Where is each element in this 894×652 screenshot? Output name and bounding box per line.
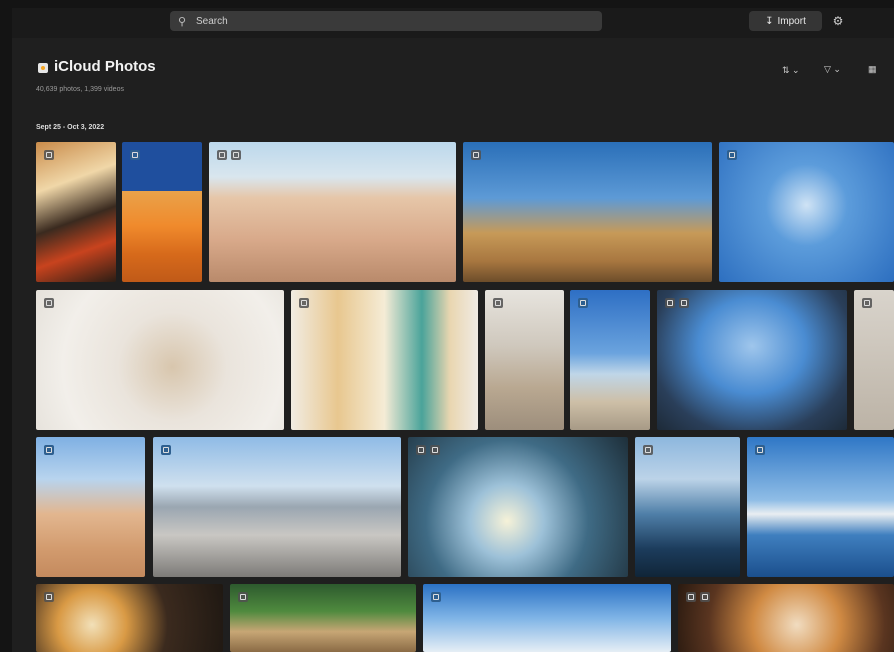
photo-type-icon [578,298,588,308]
search-placeholder: Search [196,15,228,27]
photo-eiffel-tower[interactable] [657,290,847,430]
photo-ramen-bowl[interactable] [36,584,223,652]
page-title: iCloud Photos [54,58,156,75]
photo-type-icon [44,150,54,160]
screen-frame: ⚲ Search ↧ Import ⚙ iCloud Photos 40,639… [0,0,894,652]
photo-joshua-tree[interactable] [463,142,712,282]
section-date-range: Sept 25 - Oct 3, 2022 [36,124,105,131]
photo-type-icon [493,298,503,308]
live-photo-icon [665,298,675,308]
import-button[interactable]: ↧ Import [749,11,822,31]
photo-dessert-plate[interactable] [678,584,894,652]
photo-sky-clouds[interactable] [423,584,671,652]
photo-type-icon [755,445,765,455]
search-input[interactable]: ⚲ Search [170,11,602,31]
live-photo-icon [686,592,696,602]
sort-icon: ⇅ ⌄ [782,65,800,75]
photos-window: ⚲ Search ↧ Import ⚙ iCloud Photos 40,639… [12,8,894,652]
live-photo-icon [416,445,426,455]
photo-lake-shore[interactable] [747,437,894,577]
live-photo-icon [217,150,227,160]
photo-edge-partial[interactable] [854,290,894,430]
photo-type-icon [299,298,309,308]
photo-sea-rocks[interactable] [635,437,740,577]
photo-dog-on-street[interactable] [485,290,564,430]
photo-type-icon [44,445,54,455]
photo-dune-hiker[interactable] [36,437,145,577]
icloud-photos-icon [38,63,48,73]
photo-type-icon [643,445,653,455]
filter-button[interactable]: ▽ ⌄ [824,64,841,75]
photo-type-icon [727,150,737,160]
sort-button[interactable]: ⇅ ⌄ [782,65,800,76]
photo-type-icon [130,150,140,160]
photo-bikes-on-beach[interactable] [570,290,650,430]
photo-type-icon [161,445,171,455]
photo-forest-sunrays[interactable] [408,437,628,577]
search-icon: ⚲ [178,15,187,28]
settings-button[interactable]: ⚙ [828,11,848,31]
photo-dog-on-chair[interactable] [36,290,284,430]
photo-type-icon [44,592,54,602]
photo-desert-rocks-person[interactable] [209,142,456,282]
grid-icon: ▦ [868,64,877,74]
filter-icon: ▽ ⌄ [824,64,841,74]
top-bar: ⚲ Search ↧ Import ⚙ [12,8,894,38]
photo-city-mountains[interactable] [153,437,401,577]
photo-type-icon [431,592,441,602]
photo-type-icon [471,150,481,160]
photo-swing-ride[interactable] [719,142,894,282]
gear-icon: ⚙ [832,14,844,28]
photo-type-icon [238,592,248,602]
photo-orange-circle-wall[interactable] [122,142,202,282]
import-label: Import [777,15,806,27]
photo-breakfast-table[interactable] [36,142,116,282]
import-icon: ↧ [765,15,774,27]
library-count: 40,639 photos, 1,399 videos [36,86,124,93]
photo-type-icon [862,298,872,308]
view-options-button[interactable]: ▦ [868,64,877,75]
photo-dog-in-grass[interactable] [230,584,416,652]
photo-type-icon [231,150,241,160]
photo-pizza-and-latte[interactable] [291,290,478,430]
photo-type-icon [430,445,440,455]
photo-type-icon [679,298,689,308]
photo-type-icon [700,592,710,602]
photo-type-icon [44,298,54,308]
